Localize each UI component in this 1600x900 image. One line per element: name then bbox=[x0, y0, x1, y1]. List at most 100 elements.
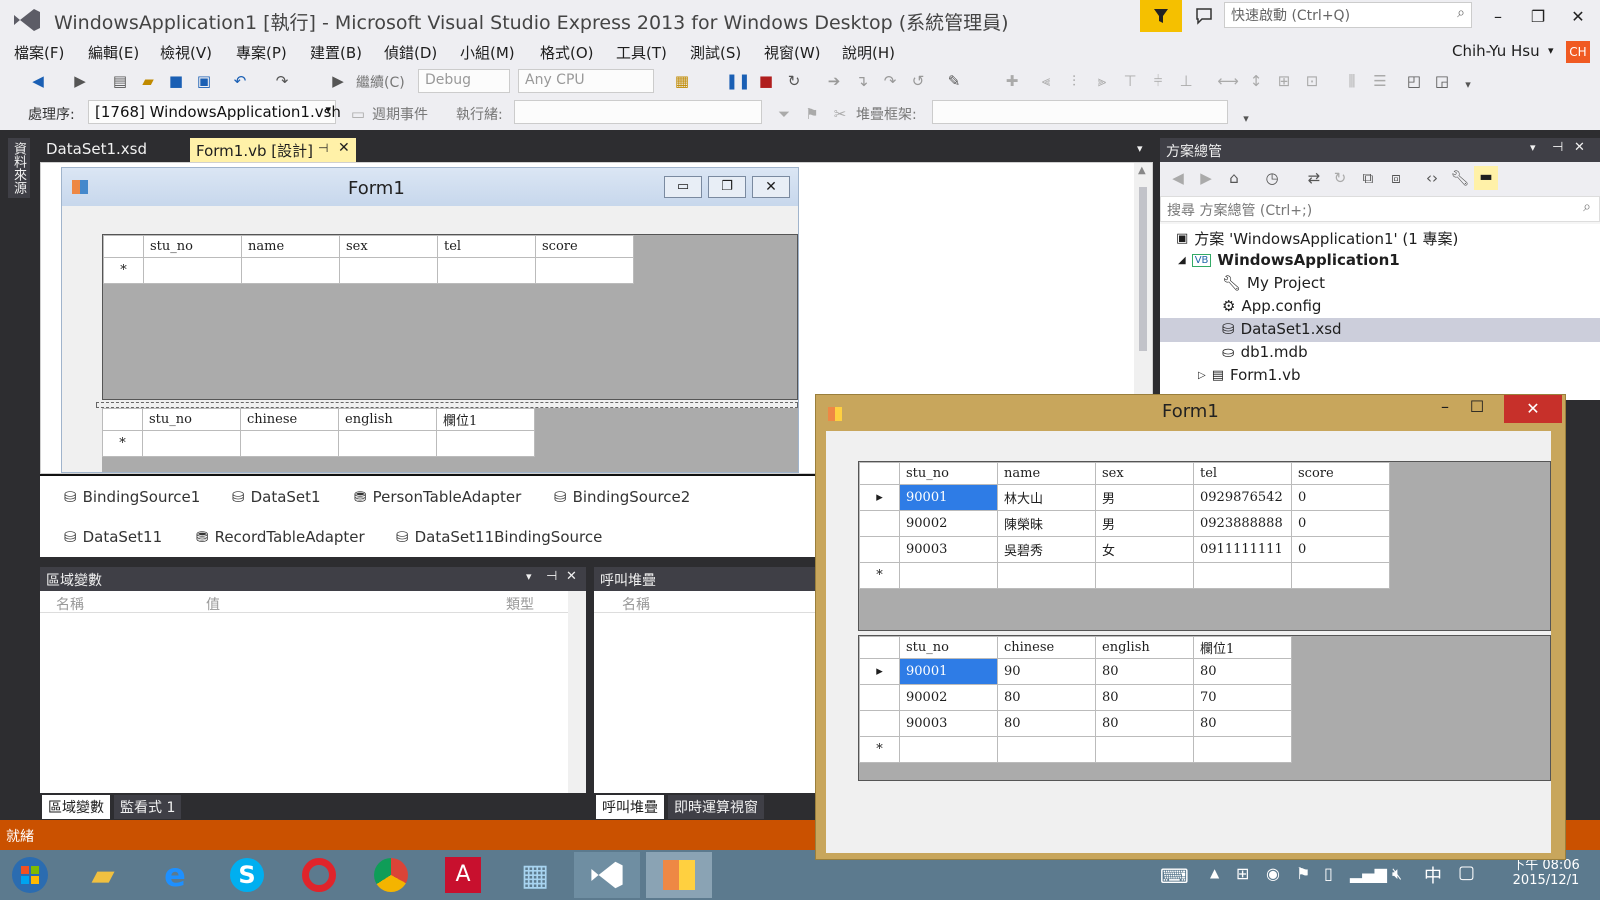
grid-cell[interactable]: 90001 bbox=[899, 658, 998, 685]
new-row[interactable]: * bbox=[859, 736, 1292, 763]
ime-mode-icon[interactable]: ▢ bbox=[1458, 862, 1475, 883]
taskbar-visual-studio[interactable] bbox=[574, 852, 640, 898]
pause-icon[interactable]: ❚❚ bbox=[725, 71, 750, 91]
grid-cell[interactable]: 80 bbox=[997, 710, 1096, 737]
column-header[interactable]: english bbox=[1095, 636, 1194, 659]
column-header[interactable]: tel bbox=[437, 235, 536, 258]
action-center-flag-icon[interactable]: ⚑ bbox=[1296, 864, 1310, 883]
tab-form1-design[interactable]: Form1.vb [設計] ⊣ ✕ bbox=[190, 138, 356, 162]
grid-cell[interactable] bbox=[997, 562, 1096, 589]
grid-cell[interactable]: 男 bbox=[1095, 484, 1194, 511]
step-into-icon[interactable]: ↴ bbox=[852, 71, 872, 91]
undo-icon[interactable]: ↶ bbox=[230, 71, 250, 91]
tree-item-solution[interactable]: ▣ 方案 'WindowsApplication1' (1 專案) bbox=[1176, 228, 1458, 249]
pin-icon[interactable]: ⊣ bbox=[546, 569, 557, 584]
horizontal-spacing-icon[interactable]: ⫼ bbox=[1342, 71, 1362, 91]
table-row[interactable]: ▸ 90001 90 80 80 bbox=[859, 658, 1292, 685]
quick-launch-input[interactable]: 快速啟動 (Ctrl+Q) ⌕ bbox=[1224, 2, 1472, 28]
running-form-minimize-button[interactable]: – bbox=[1430, 397, 1460, 423]
menu-tools[interactable]: 工具(T) bbox=[616, 42, 667, 63]
grid-cell[interactable]: 90001 bbox=[899, 484, 998, 511]
windows-tray-icon[interactable]: ⊞ bbox=[1236, 864, 1249, 883]
solution-search-input[interactable]: 搜尋 方案總管 (Ctrl+;) ⌕ bbox=[1160, 196, 1600, 222]
grid-cell[interactable]: 80 bbox=[1193, 658, 1292, 685]
grid-cell[interactable]: 林大山 bbox=[997, 484, 1096, 511]
save-icon[interactable]: ■ bbox=[166, 71, 186, 91]
column-header[interactable]: sex bbox=[1095, 462, 1194, 485]
table-row[interactable]: ▸ 90001 林大山 男 0929876542 0 bbox=[859, 484, 1390, 511]
column-header[interactable]: stu_no bbox=[899, 462, 998, 485]
start-button[interactable] bbox=[2, 852, 58, 898]
data-sources-tab[interactable]: 資料來源 bbox=[8, 138, 30, 198]
solution-config-select[interactable]: Debug bbox=[418, 69, 510, 93]
make-same-size-icon[interactable]: ⊡ bbox=[1302, 71, 1322, 91]
make-same-height-icon[interactable]: ↕ bbox=[1246, 71, 1266, 91]
table-row[interactable]: 90003 80 80 80 bbox=[859, 710, 1292, 737]
show-external-code-icon[interactable]: ✂ bbox=[830, 104, 850, 124]
notification-filter-button[interactable] bbox=[1140, 0, 1182, 32]
column-value[interactable]: 值 bbox=[206, 594, 220, 614]
menu-file[interactable]: 檔案(F) bbox=[14, 42, 64, 63]
close-button[interactable]: ✕ bbox=[1562, 4, 1594, 30]
bring-to-front-icon[interactable]: ◰ bbox=[1404, 71, 1424, 91]
align-center-icon[interactable]: ⫶ bbox=[1064, 71, 1084, 91]
align-left-icon[interactable]: ⫷ bbox=[1036, 71, 1056, 91]
column-header[interactable]: stu_no bbox=[899, 636, 998, 659]
grid-cell[interactable]: 0911111111 bbox=[1193, 536, 1292, 563]
continue-label[interactable]: 繼續(C) bbox=[356, 72, 405, 92]
column-header[interactable]: sex bbox=[339, 235, 438, 258]
grid-cell[interactable]: 90003 bbox=[899, 710, 998, 737]
grid-cell[interactable]: 0 bbox=[1291, 536, 1390, 563]
save-all-icon[interactable]: ▣ bbox=[194, 71, 214, 91]
collapse-arrow-icon[interactable]: ◢ bbox=[1178, 255, 1186, 266]
column-header[interactable]: tel bbox=[1193, 462, 1292, 485]
grid-cell[interactable]: 70 bbox=[1193, 684, 1292, 711]
row-header[interactable] bbox=[859, 510, 900, 537]
taskbar-skype[interactable]: S bbox=[214, 852, 280, 898]
send-to-back-icon[interactable]: ◲ bbox=[1432, 71, 1452, 91]
restart-icon[interactable]: ↻ bbox=[784, 71, 804, 91]
process-select[interactable]: [1768] WindowsApplication1.vsh ▾ bbox=[88, 100, 341, 124]
tray-bindingsource1[interactable]: ⛁ BindingSource1 bbox=[64, 488, 200, 506]
align-top-icon[interactable]: ⊤ bbox=[1120, 71, 1140, 91]
tray-dataset11[interactable]: ⛁ DataSet11 bbox=[64, 528, 162, 546]
grid-cell[interactable]: 0929876542 bbox=[1193, 484, 1292, 511]
user-name[interactable]: Chih-Yu Hsu bbox=[1452, 42, 1540, 60]
navigate-back-icon[interactable]: ◀ bbox=[28, 71, 48, 91]
column-type[interactable]: 類型 bbox=[506, 594, 534, 614]
taskbar-control-panel[interactable]: ▦ bbox=[502, 852, 568, 898]
column-header[interactable]: score bbox=[535, 235, 634, 258]
solution-tree[interactable]: ▣ 方案 'WindowsApplication1' (1 專案) ◢ VB Wind… bbox=[1160, 224, 1600, 400]
tree-item-project[interactable]: ◢ VB WindowsApplication1 bbox=[1178, 251, 1400, 269]
grid-cell[interactable]: 80 bbox=[1095, 658, 1194, 685]
grid-cell[interactable] bbox=[1291, 562, 1390, 589]
locals-scrollbar[interactable] bbox=[568, 591, 586, 793]
panel-close-icon[interactable]: ✕ bbox=[566, 569, 577, 584]
grid-cell[interactable]: 90 bbox=[997, 658, 1096, 685]
sync-icon[interactable]: ⇄ bbox=[1304, 168, 1324, 188]
locals-body[interactable]: 名稱 值 類型 bbox=[40, 591, 586, 793]
grid-cell[interactable]: 0 bbox=[1291, 510, 1390, 537]
user-avatar[interactable]: CH bbox=[1566, 41, 1590, 63]
vertical-spacing-icon[interactable]: ☰ bbox=[1370, 71, 1390, 91]
menu-view[interactable]: 檢視(V) bbox=[160, 42, 212, 63]
grid-cell[interactable] bbox=[1095, 736, 1194, 763]
show-hidden-icons[interactable]: ▲ bbox=[1210, 866, 1219, 880]
new-row-marker[interactable]: * bbox=[859, 736, 900, 763]
touch-keyboard-icon[interactable]: ⌨ bbox=[1160, 864, 1189, 888]
tab-watch-1[interactable]: 監看式 1 bbox=[114, 795, 182, 819]
column-header[interactable]: stu_no bbox=[143, 235, 242, 258]
tray-bindingsource2[interactable]: ⛁ BindingSource2 bbox=[554, 488, 690, 506]
column-name[interactable]: 名稱 bbox=[622, 594, 650, 614]
open-file-icon[interactable]: ▰ bbox=[138, 71, 158, 91]
grid-cell[interactable] bbox=[899, 562, 998, 589]
tab-locals[interactable]: 區域變數 bbox=[42, 795, 110, 819]
tab-overflow-icon[interactable]: ▾ bbox=[1137, 142, 1143, 155]
tray-dataset1[interactable]: ⛁ DataSet1 bbox=[232, 488, 321, 506]
tab-dataset1-xsd[interactable]: DataSet1.xsd bbox=[40, 138, 153, 162]
grid-cell[interactable]: 80 bbox=[1193, 710, 1292, 737]
tray-recordtableadapter[interactable]: ⛃ RecordTableAdapter bbox=[196, 528, 365, 546]
preview-selected-icon[interactable]: ▬ bbox=[1474, 166, 1498, 190]
flag-thread-icon[interactable]: ⚑ bbox=[802, 104, 822, 124]
thread-filter-icon[interactable]: ⏷ bbox=[774, 104, 794, 124]
